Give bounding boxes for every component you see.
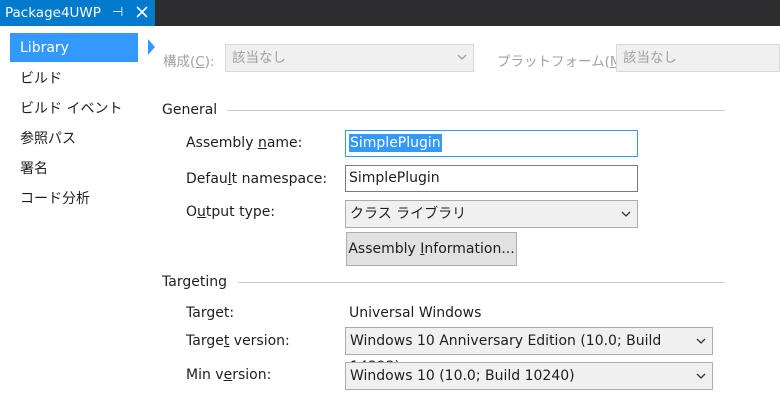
nav-item-label: ビルド イベント (20, 100, 123, 117)
button-label: Assembly (348, 241, 421, 257)
nav-item-reference-paths[interactable]: 参照パス (10, 123, 138, 152)
label-text: t namespace: (231, 171, 328, 187)
chevron-down-icon (621, 211, 631, 217)
label-accesskey: u (197, 204, 206, 220)
label-text: Min v (186, 367, 224, 383)
nav-item-label: ビルド (20, 70, 62, 87)
assembly-name-value: SimplePlugin (349, 134, 442, 152)
assembly-name-label: Assembly name: (186, 135, 302, 151)
label-text: tput type: (205, 204, 276, 220)
nav-selected-arrow (148, 39, 155, 55)
configuration-select[interactable]: 該当なし (225, 44, 474, 72)
close-icon[interactable] (134, 4, 150, 20)
label-text: Defau (186, 171, 228, 187)
target-label: Target: (186, 305, 235, 321)
label-text: ame: (266, 135, 303, 151)
min-version-value: Windows 10 (10.0; Build 10240) (350, 368, 575, 384)
configuration-label-accesskey: C (195, 54, 205, 70)
chevron-down-icon (457, 54, 467, 60)
default-namespace-field[interactable]: SimplePlugin (345, 165, 638, 192)
target-value: Universal Windows (349, 305, 482, 321)
output-type-value: クラス ライブラリ (350, 206, 467, 222)
label-text: Targe (186, 333, 224, 349)
configuration-select-value: 該当なし (232, 50, 286, 66)
assembly-information-button[interactable]: Assembly Information... (346, 232, 517, 266)
nav-item-library[interactable]: Library (10, 33, 155, 62)
nav-item-build[interactable]: ビルド (10, 63, 138, 92)
platform-label: プラットフォーム(M): (497, 50, 631, 70)
platform-label-text: プラットフォーム( (497, 54, 610, 70)
document-tab[interactable]: Package4UWP ⊣ (0, 0, 155, 26)
targeting-section-header: Targeting (162, 274, 227, 290)
target-version-select[interactable]: Windows 10 Anniversary Edition (10.0; Bu… (345, 327, 713, 375)
min-version-select[interactable]: Windows 10 (10.0; Build 10240) (345, 362, 713, 390)
nav-item-label: コード分析 (20, 190, 90, 207)
document-tab-title: Package4UWP (5, 5, 101, 21)
button-label: nformation... (424, 241, 515, 257)
nav-item-label: 署名 (20, 160, 48, 177)
min-version-label: Min version: (186, 367, 271, 383)
targeting-divider (238, 282, 725, 283)
platform-select-value: 該当なし (623, 50, 677, 66)
project-properties-nav: Library ビルド ビルド イベント 参照パス 署名 コード分析 (0, 26, 155, 404)
label-text: O (186, 204, 198, 220)
default-namespace-value: SimplePlugin (349, 170, 440, 186)
platform-select[interactable]: 該当なし (616, 44, 780, 72)
chevron-down-icon (696, 338, 706, 344)
target-version-label: Target version: (186, 333, 290, 349)
chevron-down-icon (696, 373, 706, 379)
nav-item-label: Library (20, 39, 69, 56)
configuration-label-tail: ): (204, 54, 215, 70)
label-accesskey: e (223, 367, 233, 383)
output-type-select[interactable]: クラス ライブラリ (345, 200, 638, 228)
pin-icon[interactable]: ⊣ (112, 5, 123, 20)
general-divider (227, 110, 725, 111)
output-type-label: Output type: (186, 204, 275, 220)
general-section-header: General (162, 102, 218, 118)
label-text: rsion: (232, 367, 272, 383)
nav-item-label: 参照パス (20, 130, 76, 147)
nav-item-code-analysis[interactable]: コード分析 (10, 183, 138, 212)
configuration-label: 構成(C): (163, 50, 215, 70)
configuration-label-text: 構成( (163, 54, 196, 70)
document-tab-strip: Package4UWP ⊣ (0, 0, 780, 26)
nav-item-signing[interactable]: 署名 (10, 153, 138, 182)
label-text: version: (229, 333, 290, 349)
nav-item-build-events[interactable]: ビルド イベント (10, 93, 138, 122)
default-namespace-label: Default namespace: (186, 171, 327, 187)
label-text: Assembly (186, 135, 258, 151)
label-accesskey: n (257, 135, 267, 151)
assembly-name-field[interactable]: SimplePlugin (345, 130, 638, 157)
